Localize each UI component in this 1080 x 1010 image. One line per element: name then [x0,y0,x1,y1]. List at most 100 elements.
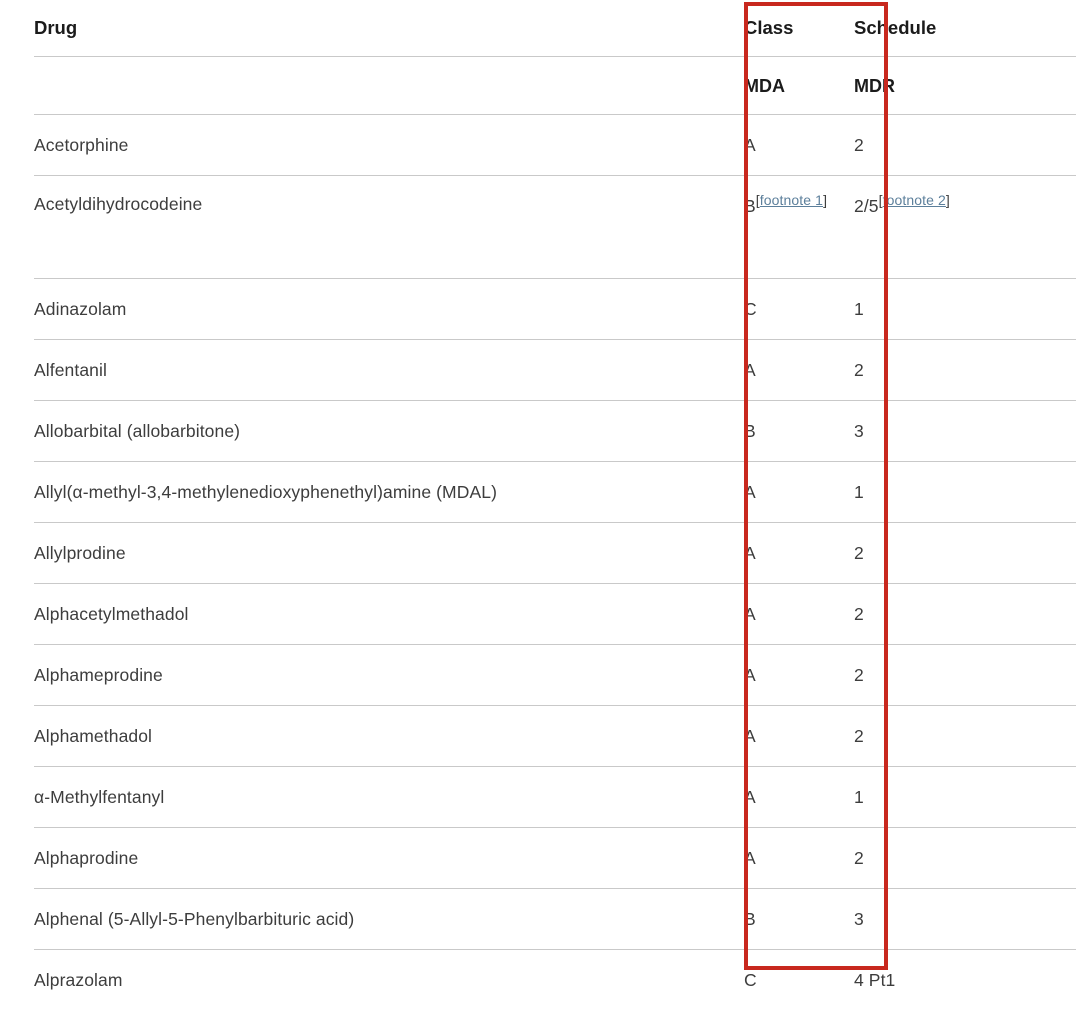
column-subheader-drug [34,57,744,115]
table-row: Alphenal (5-Allyl-5-Phenylbarbituric aci… [34,889,1076,950]
cell-class-value: A [744,523,854,584]
table-row: AlphamethadolA 2 [34,706,1076,767]
cell-value: 4 Pt1 [854,970,895,990]
cell-class-value: B [744,401,854,462]
cell-value: 2 [854,604,864,624]
cell-drug-name: Allyl(α-methyl-3,4-methylenedioxypheneth… [34,462,744,523]
cell-schedule-value: 1 [854,767,1076,828]
table-row: Allyl(α-methyl-3,4-methylenedioxypheneth… [34,462,1076,523]
table-row: AlphameprodineA 2 [34,645,1076,706]
footnote-bracket-close: ] [946,192,950,208]
column-header-schedule: Schedule [854,0,1076,57]
cell-value: 2 [854,543,864,563]
cell-value: B [744,909,756,929]
table-row: AlprazolamC 4 Pt1 [34,950,1076,1010]
cell-value: B [744,196,756,216]
cell-value: 1 [854,299,864,319]
cell-value: C [744,970,757,990]
table-row: AlphaprodineA 2 [34,828,1076,889]
cell-class-value: B[footnote 1] [744,176,854,279]
cell-drug-name: Alphaprodine [34,828,744,889]
cell-class-value: A [744,645,854,706]
cell-class-value: A [744,340,854,401]
cell-schedule-value: 1 [854,462,1076,523]
column-subheader-mda: MDA [744,57,854,115]
cell-drug-name: Alphenal (5-Allyl-5-Phenylbarbituric aci… [34,889,744,950]
cell-value: 2 [854,848,864,868]
column-header-drug: Drug [34,0,744,57]
footnote-link[interactable]: [footnote 1] [756,192,827,208]
cell-class-value: A [744,706,854,767]
cell-schedule-value: 1 [854,279,1076,340]
cell-drug-name: Alphacetylmethadol [34,584,744,645]
cell-value: 3 [854,909,864,929]
cell-drug-name: Acetorphine [34,115,744,176]
footnote-bracket-open: [ [879,192,883,208]
cell-class-value: A [744,767,854,828]
table-header-row-secondary: MDA MDR [34,57,1076,115]
cell-value: 1 [854,787,864,807]
cell-class-value: C [744,279,854,340]
cell-schedule-value: 2 [854,645,1076,706]
drug-classification-table: Drug Class Schedule MDA MDR AcetorphineA… [34,0,1076,1010]
table-head: Drug Class Schedule MDA MDR [34,0,1076,115]
cell-value: A [744,604,756,624]
cell-value: A [744,543,756,563]
table-row: AllylprodineA 2 [34,523,1076,584]
cell-schedule-value: 2 [854,584,1076,645]
cell-class-value: C [744,950,854,1010]
table-row: AlfentanilA 2 [34,340,1076,401]
cell-class-value: A [744,828,854,889]
cell-drug-name: Acetyldihydrocodeine [34,176,744,279]
cell-schedule-value: 2 [854,828,1076,889]
cell-schedule-value: 2 [854,523,1076,584]
cell-value: C [744,299,757,319]
cell-value: 2/5 [854,196,879,216]
cell-schedule-value: 4 Pt1 [854,950,1076,1010]
cell-value: 2 [854,665,864,685]
cell-value: A [744,135,756,155]
cell-drug-name: Allobarbital (allobarbitone) [34,401,744,462]
cell-value: 2 [854,135,864,155]
table-body: AcetorphineA2AcetyldihydrocodeineB[footn… [34,115,1076,1010]
cell-schedule-value: 3 [854,889,1076,950]
cell-value: A [744,787,756,807]
cell-value: 1 [854,482,864,502]
cell-drug-name: Alprazolam [34,950,744,1010]
cell-value: A [744,726,756,746]
cell-value: 3 [854,421,864,441]
table-row: Allobarbital (allobarbitone)B 3 [34,401,1076,462]
table-header-row-primary: Drug Class Schedule [34,0,1076,57]
table-row: α-MethylfentanylA 1 [34,767,1076,828]
cell-class-value: B [744,889,854,950]
footnote-link[interactable]: [footnote 2] [879,192,950,208]
column-subheader-mdr: MDR [854,57,1076,115]
cell-drug-name: Alphameprodine [34,645,744,706]
cell-value: 2 [854,360,864,380]
cell-value: A [744,360,756,380]
cell-value: B [744,421,756,441]
cell-schedule-value: 2 [854,340,1076,401]
cell-schedule-value: 2 [854,115,1076,176]
table-row: AcetorphineA 2 [34,115,1076,176]
cell-drug-name: Adinazolam [34,279,744,340]
footnote-bracket-open: [ [756,192,760,208]
cell-class-value: A [744,462,854,523]
cell-class-value: A [744,115,854,176]
cell-value: A [744,482,756,502]
cell-schedule-value: 2 [854,706,1076,767]
cell-value: 2 [854,726,864,746]
table-row: AcetyldihydrocodeineB[footnote 1]2/5[foo… [34,176,1076,279]
cell-drug-name: Allylprodine [34,523,744,584]
table-row: AlphacetylmethadolA 2 [34,584,1076,645]
cell-drug-name: Alphamethadol [34,706,744,767]
drug-classification-table-container: Drug Class Schedule MDA MDR AcetorphineA… [0,0,1080,977]
cell-drug-name: Alfentanil [34,340,744,401]
cell-drug-name: α-Methylfentanyl [34,767,744,828]
cell-class-value: A [744,584,854,645]
cell-value: A [744,665,756,685]
cell-schedule-value: 3 [854,401,1076,462]
cell-value: A [744,848,756,868]
table-row: AdinazolamC 1 [34,279,1076,340]
footnote-bracket-close: ] [823,192,827,208]
